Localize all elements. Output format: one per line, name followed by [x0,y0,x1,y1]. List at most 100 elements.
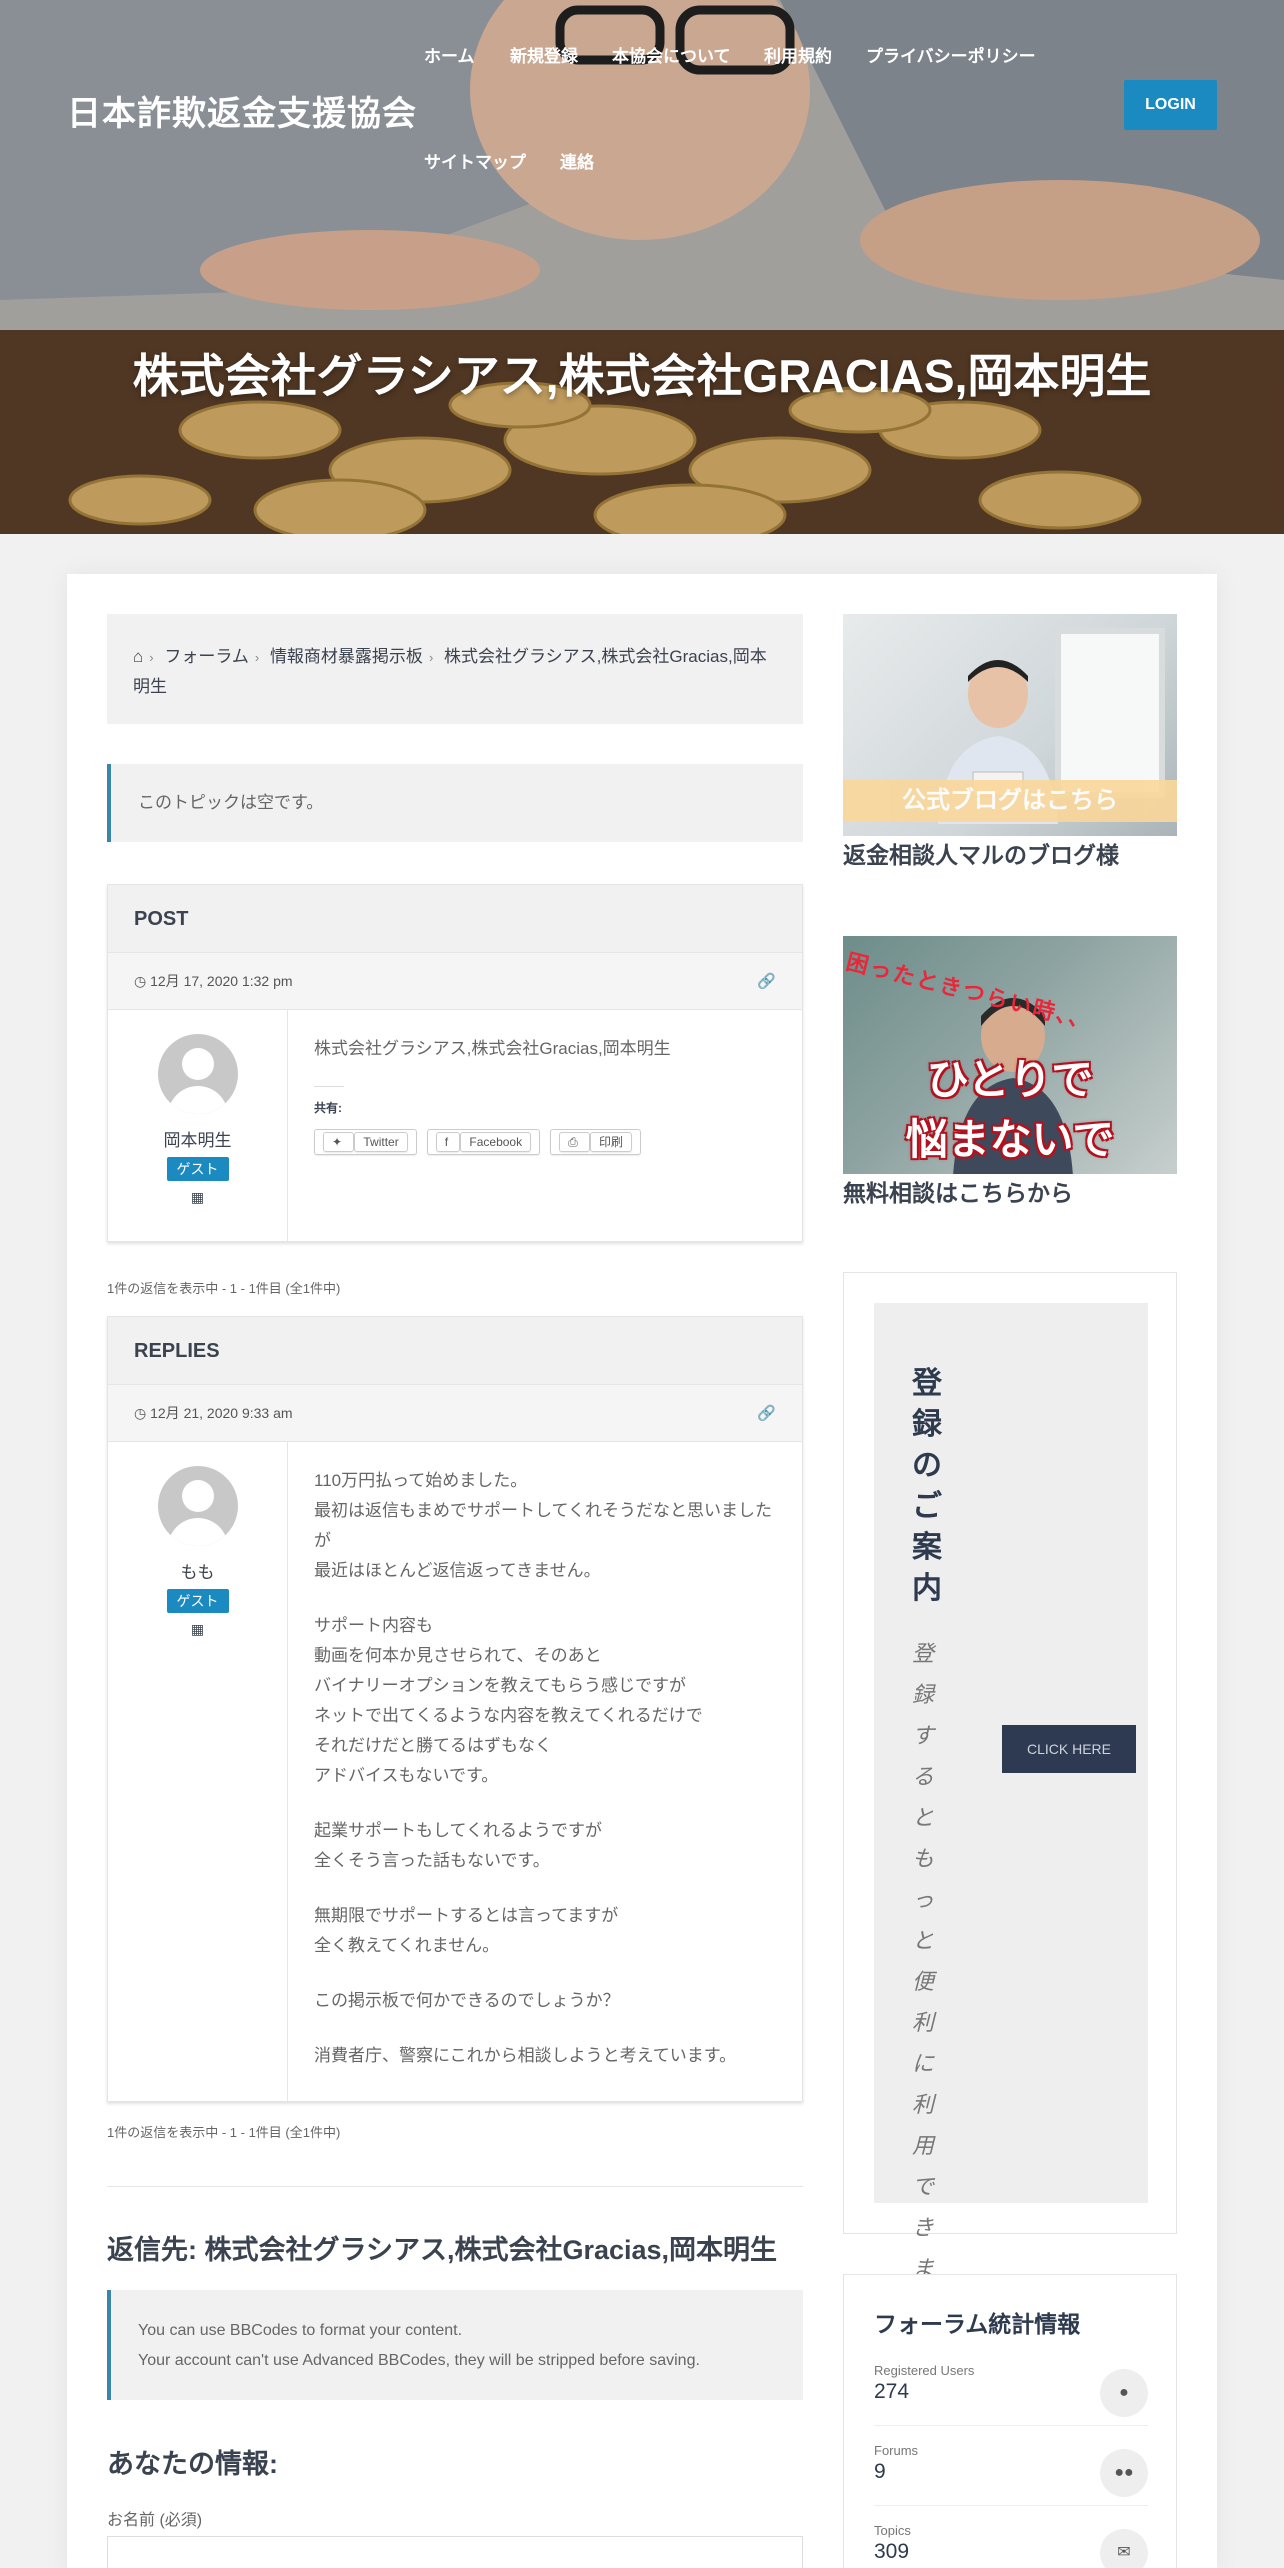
reply-form-title: 返信先: 株式会社グラシアス,株式会社Gracias,岡本明生 [107,2235,778,2265]
facebook-icon: f [435,1132,461,1152]
blog-banner-text: 公式ブログはこちら [843,780,1177,822]
reply-line: サポート内容も [314,1616,433,1635]
consult-banner-line1: ひとりで [926,1056,1094,1103]
topic-notice: このトピックは空です。 [107,764,803,842]
reply-line: 起業サポートもしてくれるようですが [314,1821,602,1840]
reply-line: 消費者庁、警察にこれから相談しようと考えています。 [314,2046,737,2065]
breadcrumb-board[interactable]: 情報商材暴露掲示板 [270,647,423,666]
bar-chart-icon[interactable]: ▦ [108,1621,287,1638]
stats-title: フォーラム統計情報 [874,2311,1081,2337]
share-heading: 共有: [314,1086,344,1123]
reply-content: 110万円払って始めました。最初は返信もまめでサポートしてくれそうだなと思いまし… [288,1442,802,2120]
reply-count-bottom: 1件の返信を表示中 - 1 - 1件目 (全1件中) [107,2125,341,2140]
login-button[interactable]: LOGIN [1124,80,1217,130]
consult-caption[interactable]: 無料相談はこちらから [843,1174,1073,1208]
reply-line: 無期限でサポートするとは言ってますが [314,1906,619,1925]
role-badge: ゲスト [166,1157,229,1181]
nav-sitemap[interactable]: サイトマップ [424,148,526,173]
site-title[interactable]: 日本詐欺返金支援協会 [67,86,417,135]
original-post: POST ◷ 12月 17, 2020 1:32 pm 🔗 岡本明生 ゲスト ▦… [107,884,803,1242]
hero-banner [0,0,1284,534]
print-icon: ⎙ [559,1132,591,1152]
twitter-share-button[interactable]: ✦ Twitter [314,1129,417,1155]
register-title: 登録のご案内 [912,1367,942,1605]
users-icon: ●● [1100,2449,1148,2497]
permalink-icon[interactable]: 🔗 [757,1385,776,1442]
print-share-button[interactable]: ⎙ 印刷 [550,1129,642,1155]
reply-meta: ◷ 12月 21, 2020 9:33 am 🔗 [108,1385,802,1442]
print-label: 印刷 [590,1132,633,1152]
user-icon: ● [1100,2369,1148,2417]
nav-contact[interactable]: 連絡 [560,148,594,173]
divider [874,2425,1148,2426]
reply-line: 動画を何本か見させられて、そのあと [314,1646,602,1665]
bbcode-line: You can use BBCodes to format your conte… [138,2322,463,2339]
reply-line: 110万円払って始めました。 [314,1471,528,1490]
reply-line: 全くそう言った話もないです。 [314,1851,550,1870]
stat-forums: Forums 9 ●● [874,2443,1148,2497]
nav-home[interactable]: ホーム [424,42,475,67]
bbcode-line: Your account can't use Advanced BBCodes,… [138,2352,700,2369]
post-date: 12月 17, 2020 1:32 pm [150,973,293,989]
permalink-icon[interactable]: 🔗 [757,953,776,1010]
blog-caption[interactable]: 返金相談人マルのブログ様 [843,836,1119,870]
breadcrumb-forum[interactable]: フォーラム [164,647,249,666]
consult-banner-line2: 悩まないで [905,1116,1115,1163]
avatar[interactable] [157,1034,238,1114]
nav-register[interactable]: 新規登録 [510,42,578,67]
reply-line: バイナリーオプションを教えてもらう感じですが [314,1676,686,1695]
breadcrumb: ⌂ › フォーラム › 情報商材暴露掲示板 › 株式会社グラシアス,株式会社Graci… [107,614,803,724]
forum-stats-widget: フォーラム統計情報 Registered Users 274 ● Forums … [843,2274,1177,2568]
reply-line: 全く教えてくれません。 [314,1936,500,1955]
stat-topics: Topics 309 ✉ [874,2523,1148,2568]
name-label: お名前 (必須) [107,2512,203,2529]
window-graphic [1055,628,1165,798]
facebook-label: Facebook [460,1132,532,1152]
role-badge: ゲスト [166,1589,229,1613]
nav-about[interactable]: 本協会について [612,42,731,67]
bbcode-notice: You can use BBCodes to format your conte… [107,2290,803,2400]
divider [874,2505,1148,2506]
consult-banner[interactable]: 困ったときつらい時、、 ひとりで 悩まないで [843,936,1177,1174]
register-text: 登録するともっと便利に利用できます。 [912,1641,954,2322]
reply-date: 12月 21, 2020 9:33 am [150,1405,293,1421]
author-name[interactable]: 岡本明生 [108,1126,287,1151]
twitter-icon: ✦ [323,1132,355,1152]
blog-banner[interactable]: 公式ブログはこちら [843,614,1177,836]
share-buttons: ✦ Twitter f Facebook ⎙ 印刷 [314,1129,776,1155]
reply-line: それだけだと勝てるはずもなく [314,1736,552,1755]
page-title: 株式会社グラシアス,株式会社GRACIAS,岡本明生 [132,350,1152,402]
reply-paragraph: 110万円払って始めました。最初は返信もまめでサポートしてくれそうだなと思いまし… [314,1466,776,1586]
reply-line: 最初は返信もまめでサポートしてくれそうだなと思いましたが [314,1501,772,1550]
reply-body: もも ゲスト ▦ 110万円払って始めました。最初は返信もまめでサポートしてくれ… [108,1442,802,2101]
post-header: POST [108,885,802,953]
your-info-title: あなたの情報: [107,2449,278,2479]
facebook-share-button[interactable]: f Facebook [426,1129,541,1155]
post-meta: ◷ 12月 17, 2020 1:32 pm 🔗 [108,953,802,1010]
reply-post: REPLIES ◷ 12月 21, 2020 9:33 am 🔗 もも ゲスト … [107,1316,803,2102]
stat-registered-users: Registered Users 274 ● [874,2363,1148,2417]
avatar[interactable] [157,1466,238,1546]
clock-icon: ◷ [134,1405,151,1421]
author-name[interactable]: もも [108,1558,287,1583]
click-here-button[interactable]: CLICK HERE [1002,1725,1136,1773]
twitter-label: Twitter [354,1132,408,1152]
reply-line: 最近はほとんど返信返ってきません。 [314,1561,601,1580]
reply-line: この掲示板で何かできるのでしょうか？ [314,1991,620,2010]
post-body: 岡本明生 ゲスト ▦ 株式会社グラシアス,株式会社Gracias,岡本明生 共有… [108,1010,802,1241]
name-input[interactable] [107,2536,803,2568]
reply-paragraph: 起業サポートもしてくれるようですが 全くそう言った話もないです。 [314,1816,776,1876]
replies-header: REPLIES [108,1317,802,1385]
reply-count: 1件の返信を表示中 - 1 - 1件目 (全1件中) [107,1281,341,1296]
post-author: 岡本明生 ゲスト ▦ [108,1010,288,1241]
bar-chart-icon[interactable]: ▦ [108,1189,287,1206]
register-widget: 登録のご案内 登録するともっと便利に利用できます。 CLICK HERE [843,1272,1177,2322]
reply-paragraph: サポート内容も動画を何本か見させられて、そのあとバイナリーオプションを教えてもら… [314,1611,776,1791]
reply-author: もも ゲスト ▦ [108,1442,288,2101]
reply-paragraph: 無期限でサポートするとは言ってますが 全く教えてくれません。 [314,1901,776,1961]
hero-overlay [0,0,1284,534]
nav-terms[interactable]: 利用規約 [764,42,832,67]
home-icon[interactable]: ⌂ [133,647,143,666]
post-content: 株式会社グラシアス,株式会社Gracias,岡本明生 共有: ✦ Twitter… [288,1010,802,1179]
nav-privacy[interactable]: プライバシーポリシー [866,42,1036,67]
